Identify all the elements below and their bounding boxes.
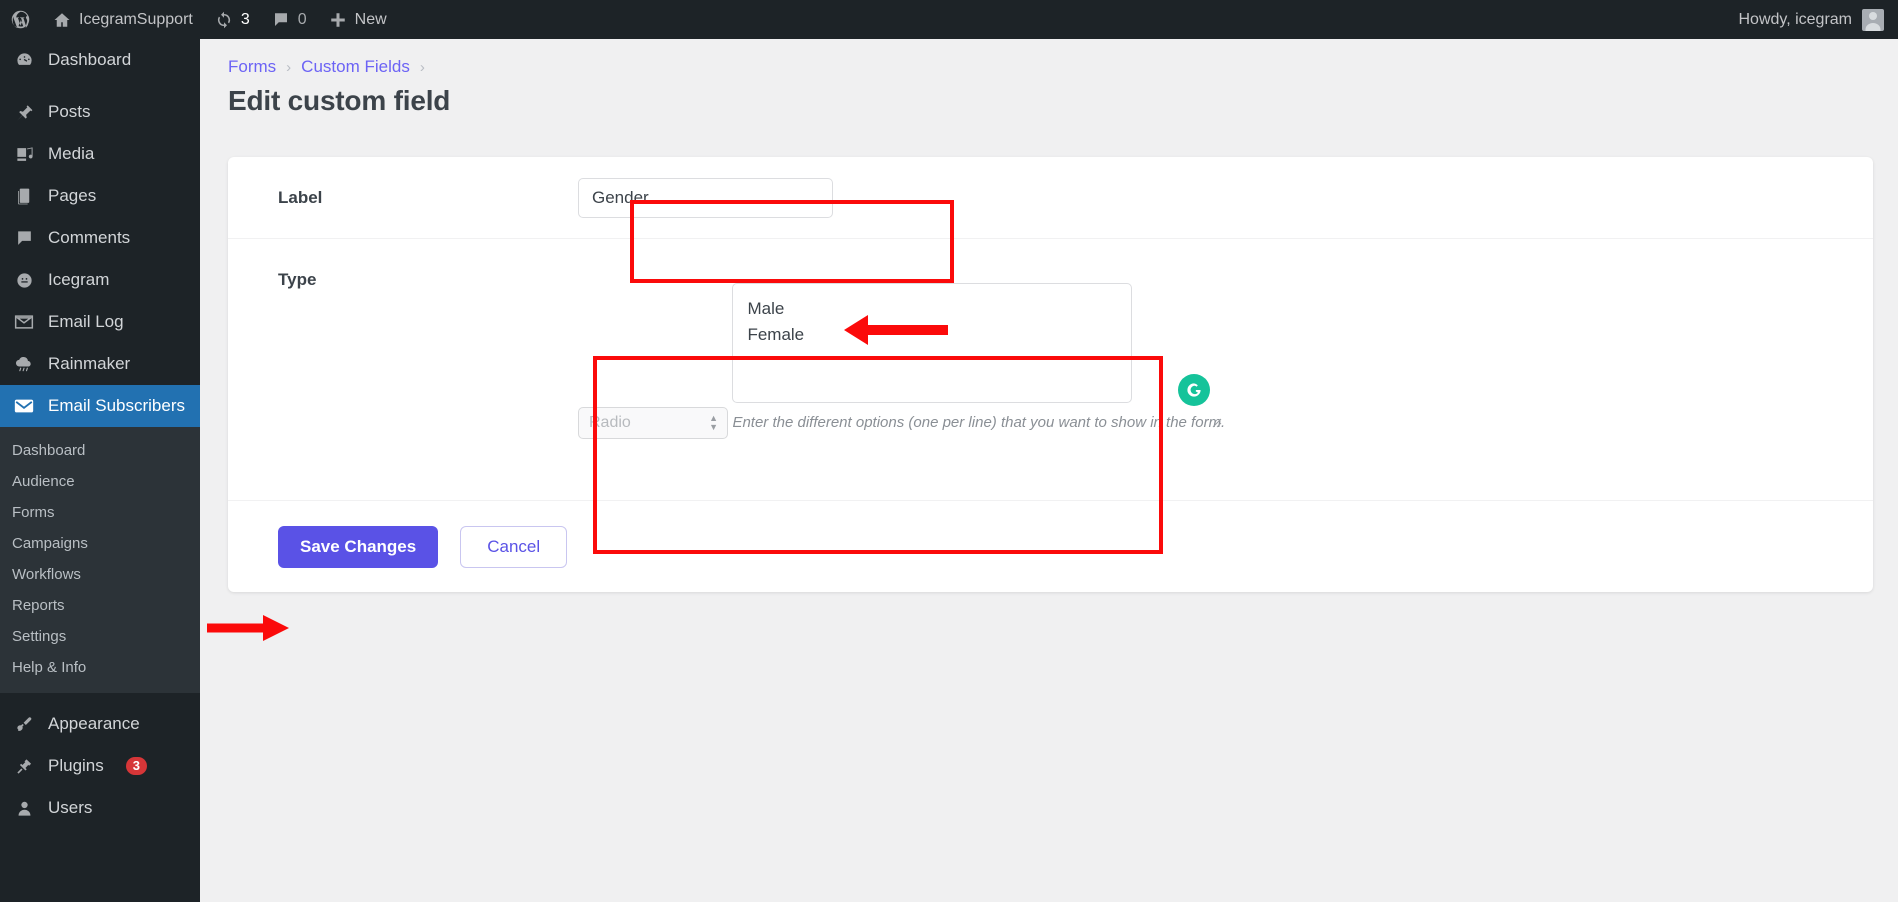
sidebar-primary-menu: Dashboard Posts Media Pages Comments Ice…: [0, 39, 200, 427]
pin-icon: [12, 103, 36, 122]
plugins-update-badge: 3: [125, 757, 147, 775]
sidebar-item-icegram[interactable]: Icegram: [0, 259, 200, 301]
submenu-item-audience[interactable]: Audience: [0, 466, 200, 497]
submenu-item-forms[interactable]: Forms: [0, 497, 200, 528]
options-textarea-wrapper: Male Female Enter the different options …: [732, 283, 1225, 431]
site-name-button[interactable]: IcegramSupport: [42, 0, 204, 39]
options-textarea[interactable]: Male Female: [732, 283, 1133, 403]
page-title: Edit custom field: [228, 85, 451, 116]
sidebar-item-email-subscribers[interactable]: Email Subscribers: [0, 385, 200, 427]
user-icon: [12, 799, 36, 818]
sidebar-item-rainmaker[interactable]: Rainmaker: [0, 343, 200, 385]
updates-count: 3: [240, 10, 250, 28]
admin-bar: IcegramSupport 3 0 New Howdy, icegram: [0, 0, 1898, 39]
media-icon: [12, 145, 36, 164]
sidebar-item-label: Rainmaker: [48, 354, 131, 373]
brush-icon: [12, 715, 36, 734]
avatar: [1862, 8, 1884, 31]
cloud-rain-icon: [12, 354, 36, 374]
icegram-icon: [12, 271, 36, 290]
type-select[interactable]: Radio: [578, 406, 728, 439]
submenu-item-help-info[interactable]: Help & Info: [0, 652, 200, 683]
sidebar-item-label: Email Log: [48, 312, 124, 331]
updates-button[interactable]: 3: [204, 0, 261, 39]
sidebar-item-label: Plugins: [48, 756, 104, 775]
type-select-wrapper: Radio ▲ ▼: [578, 406, 728, 439]
type-field-wrapper: Radio ▲ ▼ Male Female Enter the differen…: [578, 261, 1843, 439]
save-changes-button[interactable]: Save Changes: [278, 526, 439, 568]
label-field-label: Label: [278, 187, 323, 207]
cancel-button[interactable]: Cancel: [460, 526, 568, 568]
comments-count: 0: [297, 10, 307, 28]
sidebar-item-users[interactable]: Users: [0, 787, 200, 829]
plug-icon: [12, 757, 36, 776]
sidebar-item-posts[interactable]: Posts: [0, 91, 200, 133]
sidebar-item-dashboard[interactable]: Dashboard: [0, 39, 200, 81]
wordpress-icon: [10, 9, 31, 30]
mail-icon: [12, 395, 36, 417]
type-field-label: Type: [278, 270, 317, 289]
breadcrumb-link-forms[interactable]: Forms: [228, 57, 276, 77]
submenu-item-dashboard[interactable]: Dashboard: [0, 435, 200, 466]
comments-button[interactable]: 0: [261, 0, 318, 39]
label-field-wrapper: [578, 177, 1843, 218]
email-subscribers-submenu: Dashboard Audience Forms Campaigns Workf…: [0, 427, 200, 693]
form-row-type: Type Radio ▲ ▼ Male Female Enter the dif…: [228, 239, 1873, 501]
sidebar-item-appearance[interactable]: Appearance: [0, 703, 200, 745]
sidebar-divider: [0, 693, 200, 703]
howdy-label: Howdy, icegram: [1738, 10, 1852, 28]
sidebar-item-label: Dashboard: [48, 50, 132, 69]
envelope-icon: [12, 312, 36, 332]
main-content: Forms › Custom Fields › Edit custom fiel…: [200, 39, 1898, 902]
comment-icon: [12, 229, 36, 248]
admin-sidebar: Dashboard Posts Media Pages Comments Ice…: [0, 39, 200, 902]
sidebar-item-label: Users: [48, 798, 93, 817]
home-icon: [53, 11, 71, 29]
sidebar-secondary-menu: Appearance Plugins 3 Users: [0, 703, 200, 829]
sidebar-item-comments[interactable]: Comments: [0, 217, 200, 259]
sidebar-item-label: Posts: [48, 102, 91, 121]
sidebar-item-label: Appearance: [48, 714, 140, 733]
submenu-item-campaigns[interactable]: Campaigns: [0, 528, 200, 559]
plus-icon: [329, 11, 347, 29]
new-content-button[interactable]: New: [318, 0, 398, 39]
sidebar-item-media[interactable]: Media: [0, 133, 200, 175]
pages-icon: [12, 187, 36, 206]
sidebar-item-label: Media: [48, 144, 95, 163]
chevron-right-icon: ›: [419, 58, 425, 76]
sidebar-divider: [0, 81, 200, 91]
sidebar-item-label: Comments: [48, 228, 131, 247]
site-name-label: IcegramSupport: [79, 10, 193, 28]
dashboard-icon: [12, 51, 36, 70]
options-help-text: Enter the different options (one per lin…: [732, 414, 1226, 431]
comment-bubble-icon: [272, 11, 290, 29]
sidebar-item-plugins[interactable]: Plugins 3: [0, 745, 200, 787]
sidebar-item-label: Icegram: [48, 270, 110, 289]
sidebar-item-label: Email Subscribers: [48, 396, 185, 415]
sidebar-item-pages[interactable]: Pages: [0, 175, 200, 217]
account-menu[interactable]: Howdy, icegram: [1738, 8, 1898, 31]
breadcrumb-link-custom-fields[interactable]: Custom Fields: [301, 57, 410, 77]
sidebar-item-label: Pages: [48, 186, 97, 205]
sidebar-item-email-log[interactable]: Email Log: [0, 301, 200, 343]
form-actions: Save Changes Cancel: [228, 501, 1873, 568]
new-label: New: [354, 10, 387, 28]
label-input[interactable]: [578, 177, 833, 218]
edit-custom-field-card: Label Type Radio ▲▼ Male Female: [228, 157, 1873, 592]
submenu-item-reports[interactable]: Reports: [0, 590, 200, 621]
form-row-label: Label: [228, 157, 1873, 239]
update-icon: [215, 11, 233, 29]
wordpress-logo-button[interactable]: [0, 0, 42, 39]
grammarly-icon[interactable]: [1178, 374, 1211, 406]
breadcrumb: Forms › Custom Fields ›: [200, 39, 1898, 77]
submenu-item-workflows[interactable]: Workflows: [0, 559, 200, 590]
chevron-right-icon: ›: [286, 58, 292, 76]
submenu-item-settings[interactable]: Settings: [0, 621, 200, 652]
